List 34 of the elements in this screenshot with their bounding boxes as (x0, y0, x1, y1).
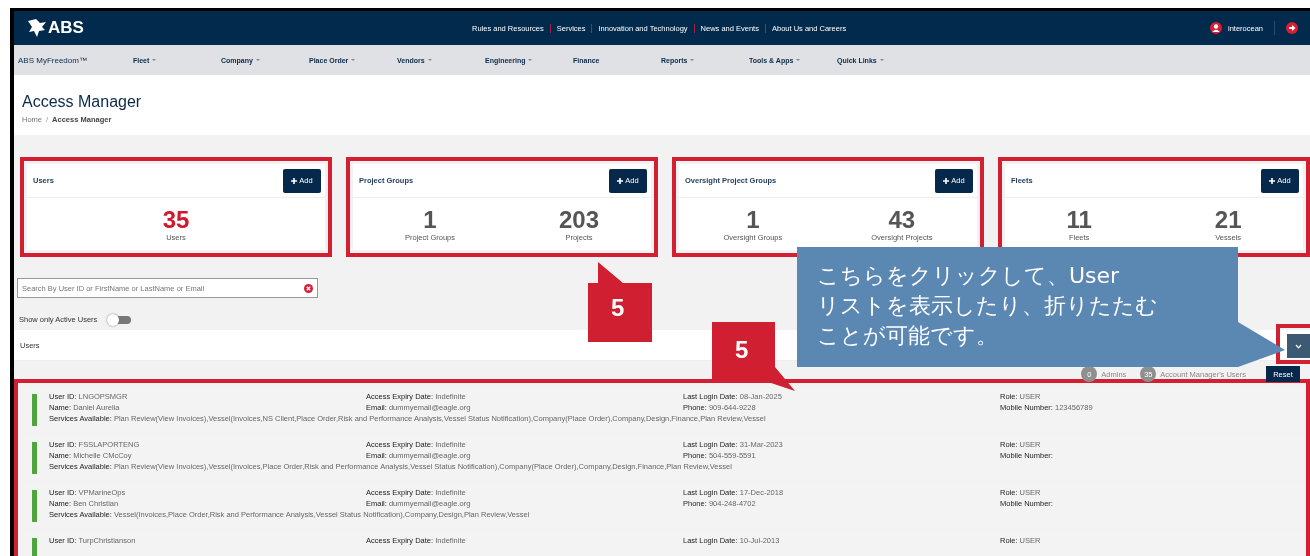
stat-value: 1 (746, 206, 760, 233)
plus-icon (617, 177, 624, 184)
caret-icon (351, 59, 356, 61)
logo-text[interactable]: ABS (48, 18, 84, 38)
status-bar-indicator (32, 490, 37, 522)
callout-text: こちらをクリックして、User リストを表示したり、折りたたむ ことが可能です。 (817, 262, 1158, 350)
chevron-down-icon (1295, 343, 1302, 349)
stat-value: 11 (1066, 206, 1092, 233)
stat-value: 203 (558, 206, 599, 233)
logout-icon[interactable] (1286, 22, 1298, 34)
caret-icon (796, 59, 801, 61)
toggle-switch[interactable] (109, 315, 132, 324)
plus-icon (291, 177, 298, 184)
plus-icon (943, 177, 950, 184)
caret-icon (528, 59, 533, 61)
caret-icon (152, 59, 157, 61)
plus-icon (1269, 177, 1276, 184)
user-icon[interactable] (1209, 22, 1222, 34)
stat-value: 21 (1214, 206, 1242, 233)
caret-icon (255, 59, 260, 61)
brand-name[interactable]: ABS MyFreedom™ (18, 55, 133, 65)
bird-icon (26, 18, 48, 38)
status-bar-indicator (32, 442, 37, 474)
status-bar-indicator (32, 394, 37, 426)
stat-value: 43 (888, 206, 916, 233)
callout-number: 5 (735, 336, 749, 364)
caret-icon (427, 59, 432, 61)
stat-value: 1 (423, 206, 437, 233)
caret-icon (690, 59, 695, 61)
clear-icon[interactable] (304, 283, 313, 293)
stat-value: 35 (162, 206, 190, 233)
page-title: Access Manager (22, 93, 143, 111)
caret-icon (879, 59, 884, 61)
callout-number: 5 (611, 294, 625, 322)
